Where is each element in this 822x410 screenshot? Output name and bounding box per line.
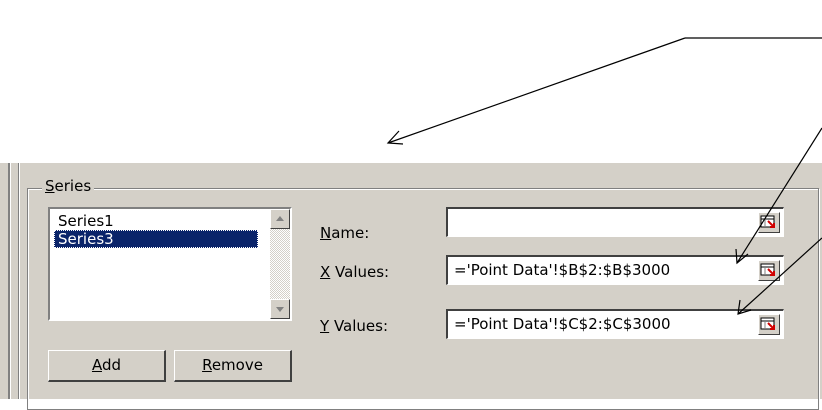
annotation-arrows — [386, 37, 822, 315]
